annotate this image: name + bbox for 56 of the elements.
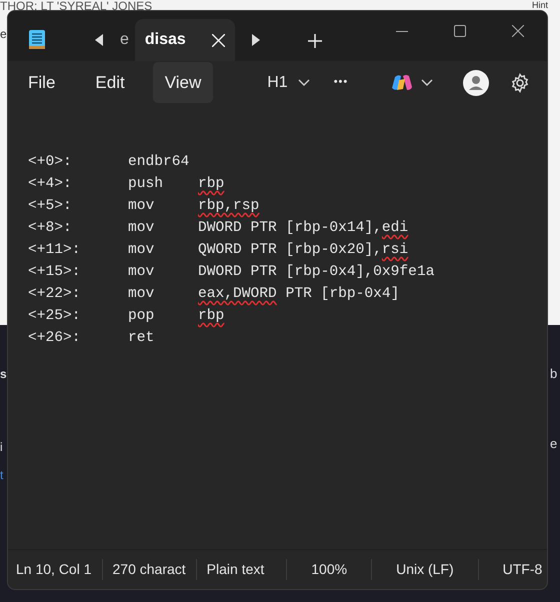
more-options-button[interactable]: ••• xyxy=(334,74,348,91)
page-text: e xyxy=(0,26,7,43)
close-tab-button[interactable] xyxy=(212,34,225,46)
instruction-mnemonic: push xyxy=(128,175,164,194)
line-offset: <+4>: xyxy=(28,175,73,194)
account-avatar[interactable] xyxy=(463,70,489,96)
instruction-operands: eax,DWORD PTR [rbp-0x4] xyxy=(198,285,400,304)
line-offset: <+26>: xyxy=(28,329,82,348)
instruction-operands: rbp,rsp xyxy=(198,197,260,216)
menu-item[interactable]: File xyxy=(16,62,68,104)
status-item: Ln 10, Col 1 xyxy=(15,560,92,579)
heading-dropdown[interactable]: H1 xyxy=(267,70,310,94)
menu-item[interactable]: Edit xyxy=(83,62,137,104)
status-item: UTF-8 xyxy=(478,559,547,580)
close-icon xyxy=(512,25,524,37)
instruction-mnemonic: endbr64 xyxy=(128,153,190,172)
status-item: 270 charact xyxy=(102,559,196,580)
chevron-down-icon xyxy=(421,78,433,86)
chevron-down-icon xyxy=(298,78,310,86)
new-tab-button[interactable] xyxy=(306,33,323,49)
line-offset: <+0>: xyxy=(28,153,73,172)
tab-title: disas xyxy=(144,30,186,50)
tab[interactable]: disas xyxy=(134,19,235,61)
menu-item[interactable]: View xyxy=(152,62,214,104)
instruction-mnemonic: mov xyxy=(128,219,156,238)
instruction-mnemonic: mov xyxy=(128,197,156,216)
page-text: i xyxy=(0,439,3,456)
page-text: THOR: LT 'SYREAL' JONES xyxy=(0,0,152,15)
instruction-mnemonic: ret xyxy=(128,329,156,348)
page-text: s xyxy=(0,366,7,383)
maximize-icon xyxy=(454,25,466,37)
instruction-mnemonic: pop xyxy=(128,307,156,326)
page-heading: Hint xyxy=(532,0,548,10)
page-text: b xyxy=(550,365,558,383)
page-text: e xyxy=(550,435,558,453)
line-offset: <+5>: xyxy=(28,197,73,216)
instruction-operands: rbp xyxy=(198,307,224,326)
instruction-mnemonic: mov xyxy=(128,241,156,260)
instruction-mnemonic: mov xyxy=(128,263,156,282)
page-text: t xyxy=(0,467,4,484)
instruction-operands: QWORD PTR [rbp-0x20],rsi xyxy=(198,241,408,260)
instruction-operands: DWORD PTR [rbp-0x14],edi xyxy=(198,219,408,238)
line-offset: <+8>: xyxy=(28,219,73,238)
instruction-mnemonic: mov xyxy=(128,285,156,304)
instruction-operands: DWORD PTR [rbp-0x4],0x9fe1a xyxy=(198,263,434,282)
line-offset: <+25>: xyxy=(28,307,82,326)
minimize-icon xyxy=(396,30,408,32)
status-item: 100% xyxy=(286,559,372,580)
status-item: Unix (LF) xyxy=(371,559,478,580)
instruction-operands: rbp xyxy=(198,175,224,194)
notepad-icon xyxy=(29,29,45,49)
line-offset: <+11>: xyxy=(28,241,82,260)
tab[interactable]: e xyxy=(106,19,135,61)
status-item: Plain text xyxy=(196,559,286,580)
line-offset: <+22>: xyxy=(28,285,82,304)
line-offset: <+15>: xyxy=(28,263,82,282)
